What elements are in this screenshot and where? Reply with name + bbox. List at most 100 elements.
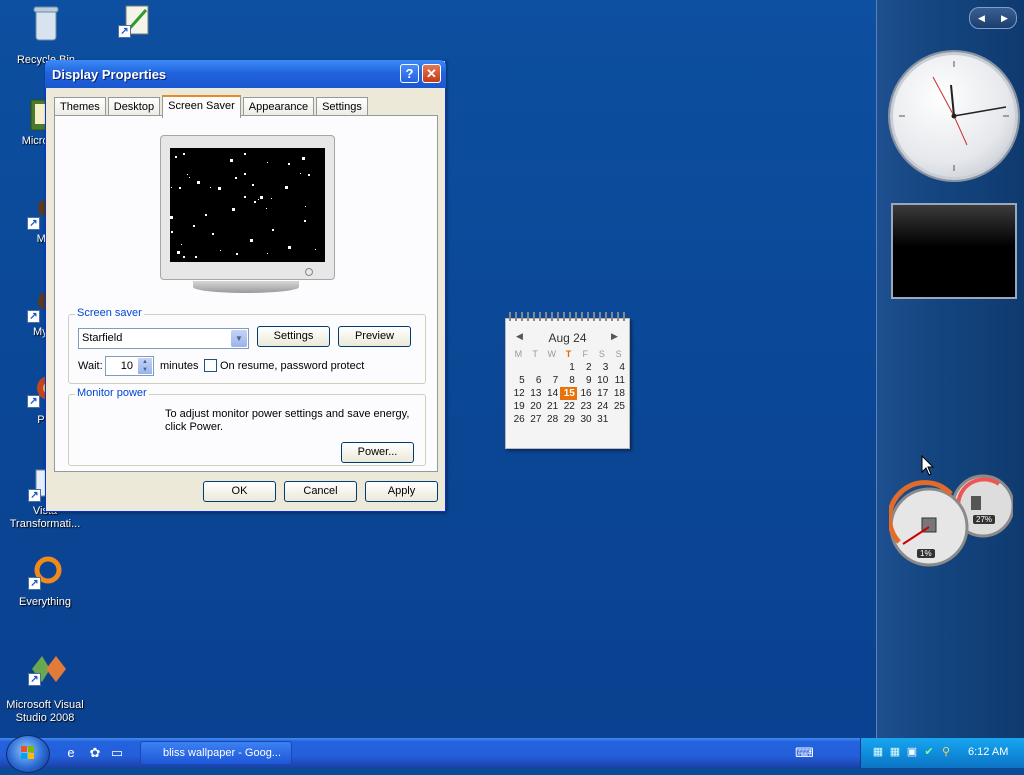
tab-screen-saver[interactable]: Screen Saver xyxy=(162,95,241,118)
screen-saver-legend: Screen saver xyxy=(75,307,144,319)
star xyxy=(315,249,316,250)
calendar-day[interactable]: 4 xyxy=(610,361,627,374)
search-tray-icon[interactable]: ⚲ xyxy=(939,745,953,759)
chevron-down-icon[interactable]: ▼ xyxy=(231,330,247,347)
calendar-day[interactable]: 27 xyxy=(527,413,544,426)
star xyxy=(218,187,221,190)
keyboard-icon[interactable]: ⌨ xyxy=(795,745,814,761)
calendar-next-icon[interactable]: ▶ xyxy=(611,331,618,342)
calendar-day[interactable]: 17 xyxy=(594,387,611,400)
calendar-day[interactable]: 2 xyxy=(577,361,594,374)
ok-button[interactable]: OK xyxy=(203,481,276,502)
tab-desktop[interactable]: Desktop xyxy=(107,97,161,116)
calendar-day xyxy=(510,361,527,374)
preview-button[interactable]: Preview xyxy=(338,326,411,347)
visual-studio-shortcut-icon[interactable]: ↗ Microsoft Visual Studio 2008 xyxy=(0,652,90,725)
clock-gadget[interactable] xyxy=(890,52,1018,180)
tab-settings[interactable]: Settings xyxy=(316,97,368,116)
star xyxy=(250,239,253,242)
shortcut-arrow-icon: ↗ xyxy=(27,217,40,230)
shield-tray-icon[interactable]: ✔ xyxy=(922,745,936,759)
display-tray-icon[interactable]: ▣ xyxy=(905,745,919,759)
calendar-weekday: S xyxy=(598,349,605,359)
title-bar[interactable]: Display Properties ? ✕ xyxy=(45,60,446,88)
calendar-day[interactable]: 6 xyxy=(527,374,544,387)
screen-saver-settings-button[interactable]: Settings xyxy=(257,326,330,347)
wait-label: Wait: xyxy=(78,360,103,372)
close-button[interactable]: ✕ xyxy=(422,64,441,83)
visual-studio-icon: ↗ xyxy=(28,652,66,686)
clock-time[interactable]: 6:12 AM xyxy=(968,746,1008,758)
calendar-day[interactable]: 30 xyxy=(577,413,594,426)
tab-appearance[interactable]: Appearance xyxy=(242,97,315,116)
calendar-day[interactable]: 28 xyxy=(543,413,560,426)
wait-minutes-spinner[interactable]: 10 ▲ ▼ xyxy=(105,356,154,376)
calendar-day[interactable]: 14 xyxy=(543,387,560,400)
star xyxy=(267,162,268,163)
sidebar-next-icon[interactable]: ▶ xyxy=(1001,13,1008,24)
screen-saver-group: Screen saver Starfield ▼ Settings Previe… xyxy=(68,307,426,384)
sidebar-nav[interactable]: ◀ ▶ xyxy=(969,7,1017,29)
calendar-day[interactable]: 10 xyxy=(594,374,611,387)
windows-logo-icon xyxy=(21,746,34,759)
star xyxy=(260,196,263,199)
star xyxy=(205,214,207,216)
everything-shortcut-icon[interactable]: ↗ Everything xyxy=(0,556,90,609)
tab-themes[interactable]: Themes xyxy=(54,97,106,116)
calendar-day[interactable]: 16 xyxy=(577,387,594,400)
recycle-bin-icon[interactable]: Recycle Bin xyxy=(1,4,91,67)
password-protect-checkbox[interactable] xyxy=(204,359,217,372)
help-button[interactable]: ? xyxy=(400,64,419,83)
calendar-day[interactable]: 21 xyxy=(543,400,560,413)
spinner-arrows-icon[interactable]: ▲ ▼ xyxy=(138,358,152,374)
calendar-day[interactable]: 26 xyxy=(510,413,527,426)
star xyxy=(236,253,238,255)
star xyxy=(244,173,246,175)
calendar-day[interactable]: 8 xyxy=(560,374,577,387)
star xyxy=(212,233,214,235)
calendar-weekday: F xyxy=(582,349,588,359)
calendar-day[interactable]: 11 xyxy=(610,374,627,387)
calendar-day[interactable]: 20 xyxy=(527,400,544,413)
calendar-day[interactable]: 31 xyxy=(594,413,611,426)
calendar-gadget[interactable]: ◀ Aug 24 ▶ M T W T F S S 1 2 3 4 5 6 7 8 9 10 11 12 13 14 15 1… xyxy=(505,312,630,449)
power-button[interactable]: Power... xyxy=(341,442,414,463)
star xyxy=(175,156,177,158)
calendar-day[interactable]: 13 xyxy=(527,387,544,400)
start-button[interactable] xyxy=(6,735,50,773)
calendar-day[interactable]: 22 xyxy=(560,400,577,413)
monitor-preview xyxy=(160,135,335,293)
network-tray-icon[interactable]: ▦ xyxy=(871,745,885,759)
calendar-day[interactable]: 9 xyxy=(577,374,594,387)
star xyxy=(220,250,221,251)
calendar-day[interactable]: 23 xyxy=(577,400,594,413)
calendar-day[interactable]: 5 xyxy=(510,374,527,387)
app-quicklaunch-icon[interactable]: ✿ xyxy=(87,745,103,761)
calendar-day[interactable]: 15 xyxy=(560,387,577,400)
calendar-day[interactable]: 1 xyxy=(560,361,577,374)
slideshow-gadget[interactable] xyxy=(891,203,1017,299)
star xyxy=(302,157,305,160)
calendar-day[interactable]: 3 xyxy=(594,361,611,374)
calendar-day[interactable]: 29 xyxy=(560,413,577,426)
calendar-day[interactable]: 24 xyxy=(594,400,611,413)
password-protect-label[interactable]: On resume, password protect xyxy=(220,360,364,372)
star xyxy=(177,251,180,254)
calendar-day[interactable]: 19 xyxy=(510,400,527,413)
app-tray-icon[interactable]: ▦ xyxy=(888,745,902,759)
star xyxy=(266,208,267,209)
apply-button[interactable]: Apply xyxy=(365,481,438,502)
internet-explorer-icon[interactable]: e xyxy=(63,745,79,761)
network-icon[interactable]: ↗ xyxy=(90,4,180,41)
cpu-meter-gadget[interactable]: 1% 27% xyxy=(887,472,1015,572)
cancel-button[interactable]: Cancel xyxy=(284,481,357,502)
sidebar-prev-icon[interactable]: ◀ xyxy=(978,13,985,24)
calendar-day xyxy=(610,413,627,426)
calendar-day[interactable]: 25 xyxy=(610,400,627,413)
taskbar-button-browser[interactable]: bliss wallpaper - Goog... xyxy=(140,741,292,765)
calendar-day[interactable]: 18 xyxy=(610,387,627,400)
screen-saver-select[interactable]: Starfield ▼ xyxy=(78,328,249,349)
show-desktop-icon[interactable]: ▭ xyxy=(109,745,125,761)
calendar-day[interactable]: 7 xyxy=(543,374,560,387)
calendar-day[interactable]: 12 xyxy=(510,387,527,400)
